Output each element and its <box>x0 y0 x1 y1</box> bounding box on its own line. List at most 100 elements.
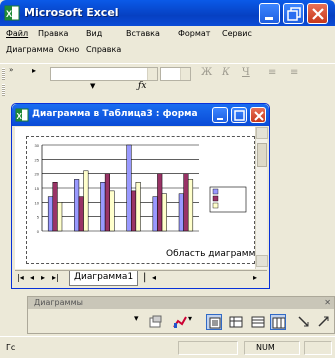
title-bar[interactable]: X Microsoft Excel <box>0 0 335 26</box>
svg-text:X: X <box>6 9 12 19</box>
chart-close-button[interactable] <box>250 107 266 123</box>
menu-edit[interactable]: Правка <box>38 29 68 38</box>
window-title: Microsoft Excel <box>24 6 119 19</box>
bar[interactable] <box>47 196 54 232</box>
menu-help[interactable]: Справка <box>86 45 121 54</box>
legend-swatch <box>212 195 219 202</box>
excel-doc-icon: X <box>15 108 29 122</box>
scroll-down-button[interactable] <box>256 255 268 267</box>
formatting-toolbar: » ▸ Ж К Ч ≡ ≡ ▼ ƒx <box>0 63 335 97</box>
chevron-down-icon[interactable] <box>147 68 157 80</box>
toolbar-options-icon[interactable]: » <box>9 66 13 74</box>
chart-toolbar: Диаграммы ✕ ▾ ▾ <box>27 296 335 334</box>
bar[interactable] <box>161 193 167 232</box>
scroll-up-button[interactable] <box>256 127 268 139</box>
tab-first-icon[interactable]: |◂ <box>17 273 24 282</box>
menu-bar: Файл Правка Вид Вставка Формат Сервис Ди… <box>0 27 335 63</box>
bar[interactable] <box>135 182 141 232</box>
chart-restore-button[interactable] <box>231 107 247 123</box>
status-panel-end <box>304 341 332 355</box>
sheet-tab-bar: |◂ ◂ ▸ ▸| Диаграмма1 | ◂ ▸ <box>15 270 267 286</box>
chart-type-icon[interactable] <box>172 314 188 330</box>
legend-swatch <box>212 202 219 209</box>
status-num-panel: NUM <box>244 341 300 355</box>
tab-last-icon[interactable]: ▸| <box>52 273 59 282</box>
bar[interactable] <box>74 179 80 232</box>
bar[interactable] <box>157 173 163 232</box>
y-tick-label: 25 <box>35 157 40 162</box>
function-icon[interactable]: ƒx <box>138 81 146 91</box>
bar[interactable] <box>126 144 132 232</box>
underline-button[interactable]: Ч <box>242 67 250 78</box>
tab-split-handle[interactable]: | <box>143 272 146 283</box>
chevron-down-icon[interactable] <box>180 68 190 80</box>
chart-type-dropdown[interactable]: ▾ <box>188 314 204 330</box>
y-tick-label: 20 <box>35 172 40 177</box>
bar[interactable] <box>183 173 189 232</box>
bar[interactable] <box>78 196 84 232</box>
by-row-icon[interactable] <box>250 314 266 330</box>
y-tick-label: 30 <box>35 143 40 148</box>
bar[interactable] <box>152 196 158 232</box>
chart-toolbar-title: Диаграммы <box>34 298 83 307</box>
chevron-down-icon[interactable]: ▼ <box>90 82 95 90</box>
y-tick-label: 10 <box>35 200 40 205</box>
data-table-icon[interactable] <box>228 314 244 330</box>
status-bar: Гс NUM <box>0 336 335 358</box>
tab-chart1[interactable]: Диаграмма1 <box>69 271 139 286</box>
legend-swatch <box>212 188 219 195</box>
toolbar-grip[interactable] <box>2 68 5 80</box>
y-tick-label: 0 <box>37 229 40 234</box>
tab-prev-icon[interactable]: ◂ <box>30 273 34 282</box>
menu-tools[interactable]: Сервис <box>222 29 252 38</box>
menu-window[interactable]: Окно <box>58 45 79 54</box>
bar[interactable] <box>104 173 110 232</box>
menu-insert[interactable]: Вставка <box>126 29 160 38</box>
font-name-combo[interactable] <box>50 67 158 81</box>
bar[interactable] <box>52 182 58 232</box>
scroll-thumb[interactable] <box>257 143 267 167</box>
legend-icon[interactable] <box>206 314 222 330</box>
restore-button[interactable] <box>283 3 304 24</box>
bar[interactable] <box>178 193 184 232</box>
menu-chart[interactable]: Диаграмма <box>6 45 54 54</box>
hscroll-left-icon[interactable]: ◂ <box>152 273 156 282</box>
chart-window-titlebar[interactable]: X Диаграмма в Таблица3 : форма <box>12 104 269 126</box>
chart-toolbar-titlebar[interactable]: Диаграммы ✕ <box>28 297 334 309</box>
chart-area[interactable]: 0 5 10 15 20 25 30 Область диаграммы <box>26 136 265 264</box>
font-size-combo[interactable] <box>160 67 191 81</box>
menu-file[interactable]: Файл <box>6 29 28 38</box>
bar[interactable] <box>57 202 63 232</box>
tab-next-icon[interactable]: ▸ <box>41 273 45 282</box>
angle-text-down-icon[interactable] <box>296 314 312 330</box>
bar-chart: 0 5 10 15 20 25 30 <box>35 143 247 234</box>
menu-format[interactable]: Формат <box>178 29 210 38</box>
vertical-scrollbar[interactable] <box>255 127 268 269</box>
toolbar-grip-2[interactable] <box>2 84 5 96</box>
bar[interactable] <box>100 182 106 232</box>
bar[interactable] <box>83 170 89 232</box>
format-object-icon[interactable] <box>148 314 164 330</box>
align-center-icon[interactable]: ≡ <box>290 67 298 78</box>
y-tick-label: 5 <box>37 215 40 220</box>
toolbar-overflow-icon[interactable]: ▸ <box>32 66 36 75</box>
menu-view[interactable]: Вид <box>86 29 102 38</box>
align-left-icon[interactable]: ≡ <box>268 67 276 78</box>
chart-window-title: Диаграмма в Таблица3 : форма <box>32 109 198 119</box>
y-tick-label: 15 <box>35 186 40 191</box>
chart-document-window: X Диаграмма в Таблица3 : форма 0 5 10 15 20 2… <box>11 103 270 289</box>
hscroll-right-icon[interactable]: ▸ <box>253 273 257 282</box>
bar[interactable] <box>131 190 137 232</box>
bar[interactable] <box>187 179 194 232</box>
minimize-button[interactable] <box>259 3 280 24</box>
bold-button[interactable]: Ж <box>201 67 212 78</box>
bar[interactable] <box>109 190 115 232</box>
close-icon[interactable]: ✕ <box>324 298 331 307</box>
status-panel <box>178 341 238 355</box>
chart-minimize-button[interactable] <box>212 107 228 123</box>
italic-button[interactable]: К <box>222 67 230 78</box>
angle-text-up-icon[interactable] <box>316 314 332 330</box>
by-column-icon[interactable] <box>270 314 286 330</box>
close-button[interactable] <box>307 3 328 24</box>
chart-area-label: Область диаграммы <box>164 249 265 259</box>
